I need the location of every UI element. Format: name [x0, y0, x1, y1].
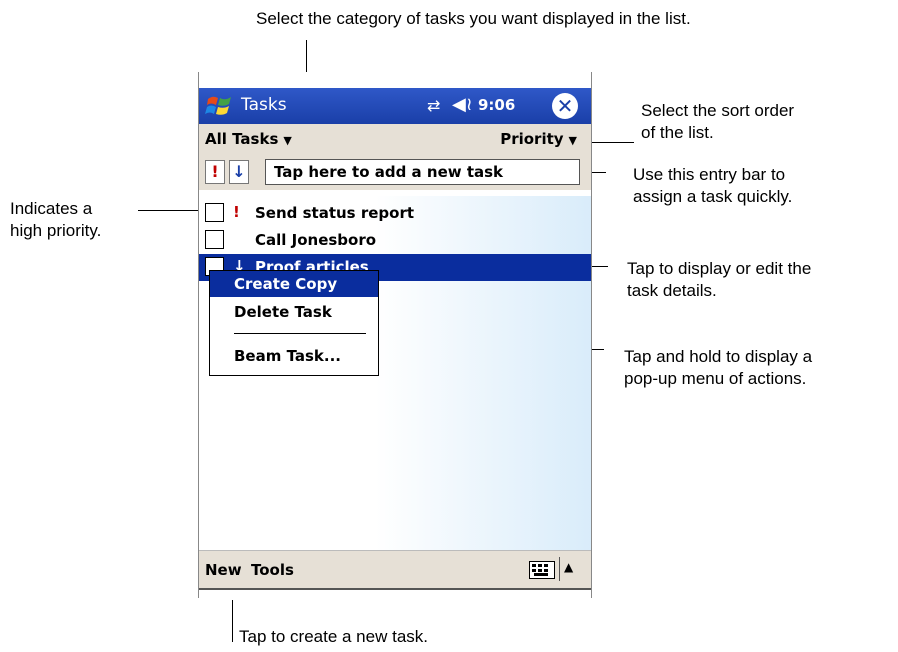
high-priority-button[interactable]: ! — [205, 160, 225, 184]
task-checkbox[interactable] — [205, 230, 224, 249]
menu-item-delete-task[interactable]: Delete Task — [210, 299, 378, 325]
clock[interactable]: 9:06 — [478, 96, 515, 114]
callout-details: Tap to display or edit the task details. — [627, 258, 811, 302]
callout-details-line1: Tap to display or edit the — [627, 259, 812, 278]
callout-priority-line1: Indicates a — [10, 199, 93, 218]
windows-logo-icon[interactable] — [205, 91, 235, 121]
sort-dropdown[interactable]: Priority ▼ — [500, 130, 577, 148]
chevron-down-icon: ▼ — [283, 134, 292, 147]
callout-details-line2: task details. — [627, 281, 717, 300]
device-bottom-edge — [199, 588, 591, 600]
tools-menu[interactable]: Tools — [251, 561, 294, 579]
menu-item-beam-task[interactable]: Beam Task... — [210, 343, 378, 369]
high-priority-icon: ! — [233, 203, 240, 221]
callout-entry-line1: Use this entry bar to — [633, 165, 786, 184]
chevron-up-icon[interactable]: ▲ — [559, 557, 573, 581]
callout-sort: Select the sort order of the list. — [641, 100, 794, 144]
callout-new-task: Tap to create a new task. — [239, 627, 428, 646]
task-row[interactable]: Call Jonesboro — [199, 227, 591, 254]
task-label: Call Jonesboro — [255, 231, 377, 249]
callout-entry: Use this entry bar to assign a task quic… — [633, 164, 792, 208]
task-checkbox[interactable] — [205, 203, 224, 222]
filter-toolbar: All Tasks ▼ Priority ▼ — [199, 124, 591, 154]
context-menu: Create Copy Delete Task Beam Task... — [209, 270, 379, 376]
task-row[interactable]: ! Send status report — [199, 200, 591, 227]
menu-separator — [234, 333, 366, 334]
callout-entry-line2: assign a task quickly. — [633, 187, 793, 206]
sort-label: Priority — [500, 130, 564, 148]
new-button[interactable]: New — [205, 561, 242, 579]
callout-sort-line1: Select the sort order — [641, 101, 795, 120]
chevron-down-icon: ▼ — [568, 134, 577, 147]
callout-hold-line2: pop-up menu of actions. — [624, 369, 807, 388]
sync-icon[interactable]: ⇄ — [427, 96, 440, 115]
callout-priority-line2: high priority. — [10, 221, 102, 240]
app-title: Tasks — [241, 95, 287, 115]
callout-category: Select the category of tasks you want di… — [256, 9, 691, 28]
keyboard-icon[interactable] — [529, 561, 555, 579]
top-strip — [199, 72, 591, 88]
low-priority-button[interactable]: ↓ — [229, 160, 249, 184]
task-label: Send status report — [255, 204, 415, 222]
new-task-input[interactable]: Tap here to add a new task — [265, 159, 580, 185]
menu-bar: New Tools ▲ — [199, 550, 591, 589]
menu-item-label: Delete Task — [234, 303, 332, 321]
menu-item-label: Beam Task... — [234, 347, 341, 365]
volume-icon[interactable]: ◀≀ — [452, 94, 473, 115]
entry-bar: ! ↓ Tap here to add a new task — [199, 154, 591, 190]
device-screen: Tasks ⇄ ◀≀ 9:06 ✕ All Tasks ▼ Priority ▼ !… — [198, 72, 592, 600]
callout-hold-line1: Tap and hold to display a — [624, 347, 813, 366]
new-task-placeholder: Tap here to add a new task — [274, 163, 504, 181]
task-list: ! Send status report Call Jonesboro ↓ Pr… — [199, 196, 591, 550]
title-bar: Tasks ⇄ ◀≀ 9:06 ✕ — [199, 88, 591, 124]
callout-hold: Tap and hold to display a pop-up menu of… — [624, 346, 812, 390]
callout-sort-line2: of the list. — [641, 123, 714, 142]
menu-item-label: Create Copy — [234, 275, 338, 293]
category-label: All Tasks — [205, 130, 279, 148]
callout-priority: Indicates a high priority. — [10, 198, 101, 242]
category-dropdown[interactable]: All Tasks ▼ — [205, 130, 292, 148]
close-icon[interactable]: ✕ — [552, 93, 578, 119]
menu-item-create-copy[interactable]: Create Copy — [210, 271, 378, 297]
